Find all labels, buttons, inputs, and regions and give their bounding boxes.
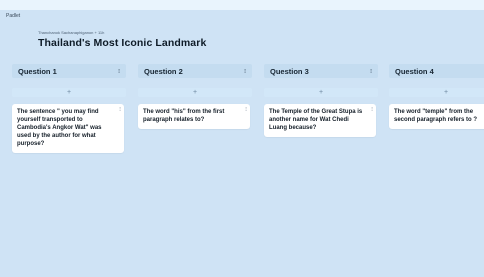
column-header[interactable]: Question 1 ⁝	[12, 64, 126, 78]
column-header[interactable]: Question 2 ⁝	[138, 64, 252, 78]
column-header[interactable]: Question 4 ⁝	[389, 64, 484, 78]
board-title: Thailand's Most Iconic Landmark	[38, 37, 207, 49]
column-question-4: Question 4 ⁝ + The word "temple" from th…	[389, 64, 484, 129]
columns-container: Question 1 ⁝ + The sentence " you may fi…	[12, 64, 484, 274]
board-subtitle: Thanchanok Sachanaphiganon + 11h	[38, 30, 105, 35]
plus-icon: +	[192, 89, 198, 96]
column-question-2: Question 2 ⁝ + The word "his" from the f…	[138, 64, 252, 129]
column-header[interactable]: Question 3 ⁝	[264, 64, 378, 78]
post-text: The word "temple" from the second paragr…	[394, 109, 478, 123]
top-strip	[0, 0, 484, 10]
column-title: Question 3	[270, 66, 309, 76]
column-question-1: Question 1 ⁝ + The sentence " you may fi…	[12, 64, 126, 153]
post-text: The word "his" from the first paragraph …	[143, 109, 225, 123]
add-post-button[interactable]: +	[138, 88, 252, 97]
plus-icon: +	[318, 89, 324, 96]
post-card[interactable]: The sentence " you may find yourself tra…	[12, 104, 124, 153]
post-menu-icon[interactable]: ⁝	[119, 106, 121, 113]
plus-icon: +	[66, 89, 72, 96]
post-card[interactable]: The word "his" from the first paragraph …	[138, 104, 250, 129]
plus-icon: +	[443, 89, 449, 96]
padlet-board: Padlet Thanchanok Sachanaphiganon + 11h …	[0, 0, 484, 277]
post-text: The Temple of the Great Stupa is another…	[269, 109, 363, 131]
column-menu-icon[interactable]: ⁝	[370, 68, 372, 75]
brand-label[interactable]: Padlet	[6, 13, 20, 19]
post-card[interactable]: The word "temple" from the second paragr…	[389, 104, 484, 129]
add-post-button[interactable]: +	[12, 88, 126, 97]
column-question-3: Question 3 ⁝ + The Temple of the Great S…	[264, 64, 378, 137]
add-post-button[interactable]: +	[264, 88, 378, 97]
add-post-button[interactable]: +	[389, 88, 484, 97]
column-title: Question 2	[144, 66, 183, 76]
post-menu-icon[interactable]: ⁝	[371, 106, 373, 113]
column-title: Question 4	[395, 66, 434, 76]
post-menu-icon[interactable]: ⁝	[245, 106, 247, 113]
column-title: Question 1	[18, 66, 57, 76]
column-menu-icon[interactable]: ⁝	[118, 68, 120, 75]
post-text: The sentence " you may find yourself tra…	[17, 109, 102, 147]
post-card[interactable]: The Temple of the Great Stupa is another…	[264, 104, 376, 137]
column-menu-icon[interactable]: ⁝	[244, 68, 246, 75]
